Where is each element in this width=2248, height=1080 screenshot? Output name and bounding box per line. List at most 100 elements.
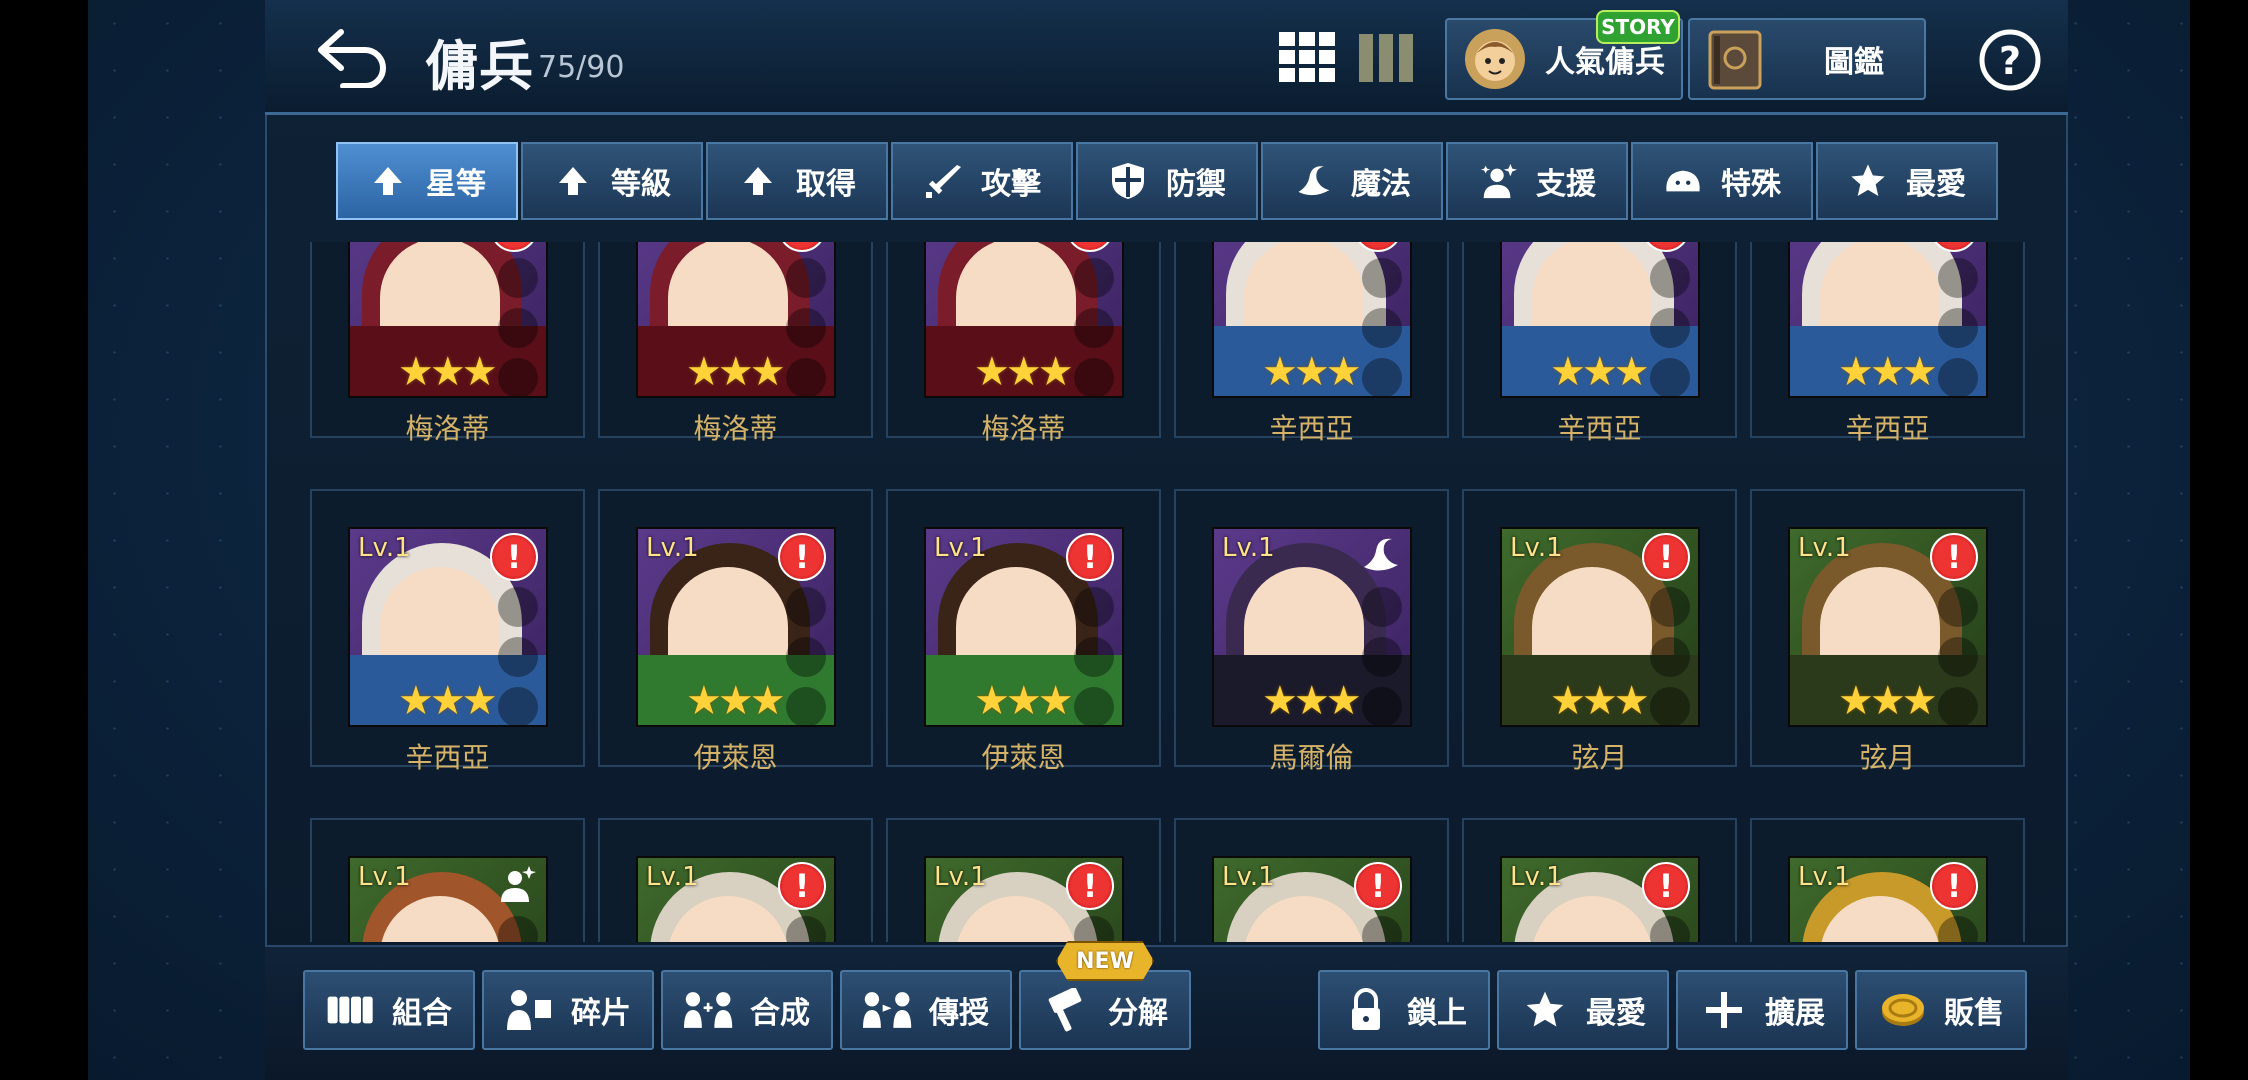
star-rating-icon: ★	[1037, 678, 1074, 724]
shards-button[interactable]: 碎片	[482, 970, 654, 1050]
arrow-up-icon	[368, 161, 408, 201]
fuse-button[interactable]: 合成	[661, 970, 833, 1050]
mercenary-portrait: Lv.1!★★★	[1788, 242, 1988, 398]
mercenary-portrait: Lv.1!	[924, 856, 1124, 942]
skill-slots	[1074, 587, 1114, 725]
disassemble-button[interactable]: 分解	[1019, 970, 1191, 1050]
mercenary-card[interactable]: Lv.1!	[1174, 818, 1449, 942]
alert-icon: !	[1354, 862, 1402, 910]
mercenary-card[interactable]: Lv.1 ★ ★ ★ 馬爾倫	[1174, 489, 1449, 774]
new-badge: NEW	[1056, 941, 1154, 981]
alert-icon: !	[1066, 862, 1114, 910]
mercenary-card[interactable]: Lv.1!★★★辛西亞	[310, 489, 585, 774]
skill-slots	[498, 258, 538, 396]
support-icon	[1478, 161, 1518, 201]
star-rating: ★ ★ ★	[1550, 349, 1650, 395]
header-bar: 傭兵 75/90 人氣傭兵 圖鑑 ?	[265, 0, 2068, 115]
star-rating-icon: ★	[1901, 678, 1938, 724]
mercenary-portrait: Lv.1!★★★	[924, 527, 1124, 727]
mercenary-count: 75/90	[538, 50, 625, 85]
shield-icon	[1108, 161, 1148, 201]
mercenary-portrait: Lv.1!★★★	[1788, 527, 1988, 727]
tab-7[interactable]: 特殊	[1631, 142, 1813, 220]
mercenary-card[interactable]: Lv.1! ★ ★ ★ 伊萊恩	[886, 489, 1161, 774]
mercenary-card[interactable]: Lv.1!★★★ 梅洛蒂	[598, 242, 873, 445]
tab-6[interactable]: 支援	[1446, 142, 1628, 220]
mercenary-portrait: Lv.1 ★ ★ ★	[1212, 527, 1412, 727]
skill-slots	[1074, 916, 1114, 942]
tab-label: 星等	[426, 167, 486, 202]
favorite-button[interactable]: 最愛	[1497, 970, 1669, 1050]
column-view-icon[interactable]	[1355, 30, 1417, 86]
star-rating-icon: ★	[749, 678, 786, 724]
grid-view-icon[interactable]	[1277, 30, 1339, 86]
mercenary-card[interactable]: Lv.1!★★★ 梅洛蒂	[886, 242, 1161, 445]
mercenary-card[interactable]: Lv.1!	[1462, 818, 1737, 942]
level-label: Lv.1	[1510, 862, 1563, 892]
person-arrow-person-icon	[863, 988, 913, 1032]
gold-coin-icon	[1878, 988, 1928, 1032]
tab-5[interactable]: 魔法	[1261, 142, 1443, 220]
star-rating-icon: ★	[717, 349, 754, 395]
star-rating-icon: ★	[398, 678, 434, 724]
mercenary-card[interactable]: Lv.1!★★★辛西亞	[1462, 242, 1737, 445]
level-label: Lv.1	[358, 533, 411, 563]
codex-button[interactable]: 圖鑑	[1688, 18, 1926, 100]
skill-slots	[1362, 587, 1402, 725]
svg-text:?: ?	[1999, 39, 2021, 83]
mercenary-card[interactable]: Lv.1!★★★辛西亞	[1174, 242, 1449, 445]
mercenary-name: 伊萊恩	[693, 741, 778, 774]
shards-label: 碎片	[571, 996, 631, 1031]
transfer-button[interactable]: 傳授	[840, 970, 1012, 1050]
arrow-up-icon	[738, 161, 778, 201]
level-label: Lv.1	[358, 862, 411, 892]
book-icon	[1708, 30, 1762, 90]
tab-2[interactable]: 取得	[706, 142, 888, 220]
star-rating-icon: ★	[1838, 678, 1874, 724]
skill-slots	[1938, 587, 1978, 725]
tab-0[interactable]: 星等	[336, 142, 518, 220]
tab-label: 取得	[796, 167, 856, 202]
mercenary-card[interactable]: Lv.1! ★ ★ ★ 弦月	[1750, 489, 2025, 774]
star-rating-icon: ★	[1838, 349, 1874, 395]
mercenary-name: 辛西亞	[405, 741, 490, 774]
star-rating: ★ ★ ★	[1262, 678, 1362, 724]
puzzle-person-icon	[505, 988, 555, 1032]
mercenary-card[interactable]: Lv.1! ★ ★ ★ 弦月	[1462, 489, 1737, 774]
star-rating-icon: ★	[398, 349, 434, 395]
mercenary-portrait: Lv.1!	[1500, 856, 1700, 942]
mercenary-card[interactable]: Lv.1! ★ ★ ★ 伊萊恩	[598, 489, 873, 774]
mercenary-name: 弦月	[1571, 741, 1628, 774]
tab-3[interactable]: 攻擊	[891, 142, 1073, 220]
left-letterbox	[0, 0, 88, 1080]
mercenary-portrait: Lv.1!★★★	[1500, 242, 1700, 398]
mercenary-card[interactable]: Lv.1!	[598, 818, 873, 942]
back-arrow-icon[interactable]	[313, 24, 393, 88]
lock-button[interactable]: 鎖上	[1318, 970, 1490, 1050]
star-rating-icon: ★	[1869, 349, 1906, 395]
star-rating-icon: ★	[1581, 349, 1618, 395]
tab-4[interactable]: 防禦	[1076, 142, 1258, 220]
star-rating-icon: ★	[749, 349, 786, 395]
star-rating: ★ ★ ★	[1262, 352, 1362, 392]
mercenary-card[interactable]: Lv.1!★★★辛西亞	[1750, 242, 2025, 445]
expand-button[interactable]: 擴展	[1676, 970, 1848, 1050]
star-rating-icon: ★	[1293, 678, 1330, 724]
tab-8[interactable]: 最愛	[1816, 142, 1998, 220]
star-rating: ★ ★ ★	[1838, 678, 1938, 724]
tab-1[interactable]: 等級	[521, 142, 703, 220]
mercenary-portrait: Lv.1!★★★	[1500, 527, 1700, 727]
combine-button[interactable]: 組合	[303, 970, 475, 1050]
mercenary-card[interactable]: Lv.1!	[886, 818, 1161, 942]
mercenary-card[interactable]: Lv.1	[310, 818, 585, 942]
sell-button[interactable]: 販售	[1855, 970, 2027, 1050]
mercenary-card[interactable]: Lv.1!★★★ 梅洛蒂	[310, 242, 585, 445]
mercenary-grid[interactable]: Lv.1!★★★梅洛蒂Lv.1!★★★梅洛蒂Lv.1!★★★梅洛蒂Lv.1!★★…	[310, 242, 2025, 942]
help-icon[interactable]: ?	[1978, 28, 2042, 92]
lock-label: 鎖上	[1407, 996, 1467, 1031]
star-icon	[1848, 161, 1888, 201]
arrow-up-icon	[553, 161, 593, 201]
star-rating-icon: ★	[1901, 349, 1938, 395]
star-rating: ★ ★ ★	[398, 349, 498, 395]
mercenary-card[interactable]: Lv.1!	[1750, 818, 2025, 942]
